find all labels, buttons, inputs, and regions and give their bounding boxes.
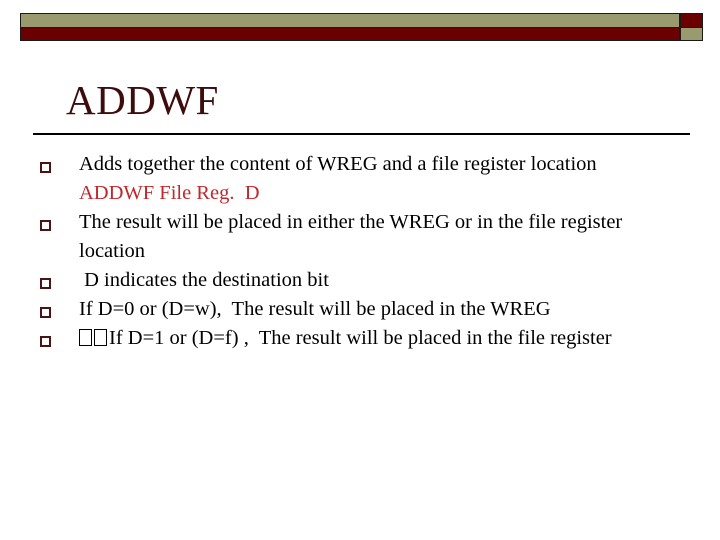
banner-cap-khaki [680, 28, 703, 41]
square-bullet-icon [33, 150, 79, 173]
title-divider [33, 133, 690, 135]
list-item-text-run: If D=1 or (D=f) , The result will be pla… [109, 327, 612, 349]
list-item: D indicates the destination bit [33, 266, 693, 295]
list-item-text: If D=0 or (D=w), The result will be plac… [79, 298, 551, 320]
list-item-text: D indicates the destination bit [79, 269, 329, 291]
banner-dark-red-bar [20, 28, 680, 41]
missing-glyph-icon [79, 329, 92, 346]
list-item: The result will be placed in either the … [33, 208, 693, 266]
list-item-text: Adds together the content of WREG and a … [79, 153, 597, 175]
square-bullet-icon [33, 266, 79, 289]
list-item: If D=0 or (D=w), The result will be plac… [33, 295, 693, 324]
list-item-text: If D=1 or (D=f) , The result will be pla… [79, 324, 693, 353]
slide-canvas: ADDWF Adds together the content of WREG … [0, 0, 720, 540]
bullet-list: Adds together the content of WREG and a … [33, 150, 693, 353]
list-item: If D=1 or (D=f) , The result will be pla… [33, 324, 693, 353]
list-item-text: The result will be placed in either the … [79, 211, 628, 262]
banner-cap-dark-red [680, 13, 703, 28]
square-bullet-icon [33, 208, 79, 231]
list-item: Adds together the content of WREG and a … [33, 150, 693, 179]
missing-glyph-icon [94, 329, 107, 346]
header-banner [20, 13, 703, 41]
banner-khaki-bar [20, 13, 680, 28]
square-bullet-icon [33, 295, 79, 318]
list-item-subtext: ADDWF File Reg. D [79, 182, 260, 204]
square-bullet-icon [33, 324, 79, 347]
page-title: ADDWF [66, 77, 219, 123]
